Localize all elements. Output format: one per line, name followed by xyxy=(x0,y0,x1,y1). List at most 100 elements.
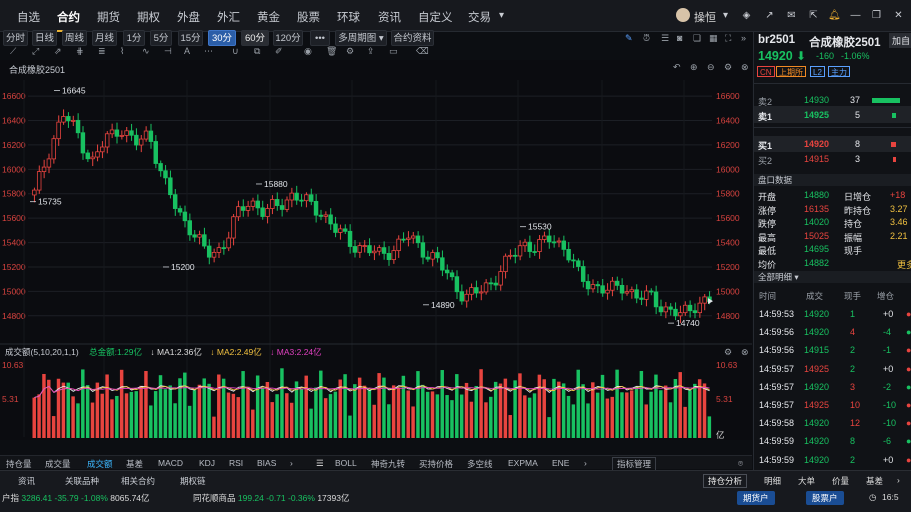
export-icon[interactable]: ⇱ xyxy=(808,10,819,21)
period-30min[interactable]: 30分 xyxy=(208,30,236,46)
nav-tab-options[interactable]: 期权 xyxy=(137,9,160,25)
indicator-manage-button[interactable]: 指标管理 xyxy=(612,457,657,471)
export-drawing-icon[interactable]: ⇪ xyxy=(367,46,375,57)
bid2-price[interactable]: 14915 xyxy=(804,154,829,164)
nav-tab-gold[interactable]: 黄金 xyxy=(257,9,280,25)
nav-tab-stocks[interactable]: 股票 xyxy=(297,9,320,25)
futures-account-button[interactable]: 期货户 xyxy=(737,491,775,505)
ind-tab-bias[interactable]: BIAS xyxy=(257,458,276,468)
ind-tab-expma[interactable]: EXPMA xyxy=(508,458,538,468)
ind-tab-open-interest[interactable]: 持仓量 xyxy=(6,458,32,470)
brush-tool-icon[interactable]: ⌇ xyxy=(120,46,124,57)
eraser-icon[interactable]: ⌫ xyxy=(416,46,429,57)
period-weekly[interactable]: 周线 xyxy=(62,30,87,46)
restore-icon[interactable]: ❐ xyxy=(871,10,882,21)
link-related-contracts[interactable]: 相关合约 xyxy=(121,475,155,487)
ind-tab-macd[interactable]: MACD xyxy=(158,458,183,468)
contract-info-button[interactable]: 合约资料 xyxy=(391,30,434,46)
nav-tab-custom[interactable]: 自定义 xyxy=(418,9,453,25)
ind-tabs-right-next-icon[interactable]: › xyxy=(584,458,587,468)
nav-tab-news[interactable]: 资讯 xyxy=(378,9,401,25)
more-tools-icon[interactable]: ⋯ xyxy=(204,46,213,57)
trash-icon[interactable]: 🗑︎ xyxy=(326,46,337,57)
group-icon[interactable]: ⧉ xyxy=(254,46,260,57)
layers-icon[interactable]: ◈ xyxy=(741,10,752,21)
fib-tool-icon[interactable]: ≣ xyxy=(98,46,106,57)
measure-tool-icon[interactable]: ⊣ xyxy=(164,46,172,57)
nav-tab-forex[interactable]: 外汇 xyxy=(217,9,240,25)
ask2-price[interactable]: 14930 xyxy=(804,95,829,105)
layout-icon[interactable]: ▦ xyxy=(709,33,718,44)
grid-tool-icon[interactable]: ⋕ xyxy=(76,46,84,57)
bell-icon[interactable]: 🔔︎ xyxy=(828,10,841,21)
message-icon[interactable]: ✉ xyxy=(786,10,797,21)
period-60min[interactable]: 60分 xyxy=(241,30,269,46)
more-periods-button[interactable]: ••• xyxy=(310,30,330,46)
period-120min[interactable]: 120分 xyxy=(273,30,303,46)
tab-more-right-icon[interactable]: › xyxy=(897,475,900,485)
channel-tool-icon[interactable]: ⇗ xyxy=(54,46,62,57)
period-daily[interactable]: 日线 xyxy=(32,30,57,46)
candlestick-chart[interactable]: 16600 16600 16400 16400 16200 16200 16000 16000… xyxy=(0,60,752,440)
line-tool-icon[interactable]: ⟋ xyxy=(10,46,16,57)
ask1-price[interactable]: 14925 xyxy=(804,110,829,120)
holding-analysis-button[interactable]: 持仓分析 xyxy=(703,474,748,488)
period-monthly[interactable]: 月线 xyxy=(92,30,117,46)
ind-tab-rsi[interactable]: RSI xyxy=(229,458,243,468)
link-related-products[interactable]: 关联品种 xyxy=(65,475,99,487)
ind-tab-amount[interactable]: 成交额 xyxy=(87,458,113,470)
note-icon[interactable]: ☰ xyxy=(661,33,669,44)
tab-price-volume[interactable]: 价量 xyxy=(832,475,849,487)
ind-tab-bull-bear[interactable]: 多空线 xyxy=(467,458,493,470)
ind-tab-basis[interactable]: 基差 xyxy=(126,458,143,470)
dropdown-icon[interactable]: ▾ xyxy=(720,10,731,21)
ind-tab-magic9[interactable]: 神奇九转 xyxy=(371,458,405,470)
tab-big-orders[interactable]: 大单 xyxy=(798,475,815,487)
ind-tab-buy-hold[interactable]: 买持价格 xyxy=(419,458,453,470)
nav-tab-trade[interactable]: 交易 xyxy=(468,9,491,25)
tab-basis-right[interactable]: 基差 xyxy=(866,475,883,487)
ind-tab-volume[interactable]: 成交量 xyxy=(45,458,71,470)
nav-tab-watchlist[interactable]: 自选 xyxy=(17,9,40,25)
bid1-price[interactable]: 14920 xyxy=(804,139,829,149)
pen-icon[interactable]: ✎ xyxy=(625,33,633,44)
alarm-icon[interactable]: ⏰︎ xyxy=(643,33,650,44)
minimize-icon[interactable]: — xyxy=(850,10,861,21)
magnet-icon[interactable]: ∪ xyxy=(232,46,239,57)
wave-tool-icon[interactable]: ∿ xyxy=(142,46,150,57)
camera-icon[interactable]: ◙ xyxy=(677,33,682,43)
username[interactable]: 操恒 xyxy=(694,9,716,25)
ind-tab-ene[interactable]: ENE xyxy=(552,458,569,468)
comment-icon[interactable]: ▭ xyxy=(389,46,398,57)
ind-tab-kdj[interactable]: KDJ xyxy=(199,458,215,468)
tick-detail-header[interactable]: 全部明细 ▾ xyxy=(754,271,911,283)
fullscreen-icon[interactable]: ⛶ xyxy=(725,33,731,44)
index-ticker-2[interactable]: 同花顺商品 199.24 -0.71 -0.36% 17393亿 xyxy=(193,492,349,504)
main-indicator-icon[interactable]: ☰ xyxy=(316,458,324,469)
avatar[interactable] xyxy=(676,8,690,22)
stock-account-button[interactable]: 股票户 xyxy=(806,491,844,505)
volume-close-icon[interactable]: ⊗ xyxy=(741,347,749,358)
index-ticker-1[interactable]: 户指 3286.41 -35.79 -1.08% 8065.74亿 xyxy=(2,492,150,504)
text-tool-icon[interactable]: A xyxy=(184,46,190,56)
location-icon[interactable]: ⌾ xyxy=(738,458,743,469)
link-news[interactable]: 资讯 xyxy=(18,475,35,487)
nav-tab-futures[interactable]: 期货 xyxy=(97,9,120,25)
settings-icon[interactable]: ⚙ xyxy=(346,46,354,57)
collapse-panel-icon[interactable]: » xyxy=(741,33,746,43)
nav-tab-overseas[interactable]: 外盘 xyxy=(177,9,200,25)
period-timeshare[interactable]: 分时 xyxy=(3,30,28,46)
volume-settings-icon[interactable]: ⚙ xyxy=(724,347,732,358)
period-1min[interactable]: 1分 xyxy=(123,30,145,46)
multi-period-dropdown[interactable]: 多周期图 ▾ xyxy=(335,30,387,46)
stat-value-2[interactable]: 更多 xyxy=(897,258,911,271)
copy-icon[interactable]: ❏ xyxy=(693,33,701,44)
trade-dropdown-icon[interactable]: ▾ xyxy=(496,10,507,21)
period-15min[interactable]: 15分 xyxy=(178,30,203,46)
add-watchlist-button[interactable]: 加自 xyxy=(889,33,911,48)
ind-tabs-next-icon[interactable]: › xyxy=(290,458,293,468)
link-option-chain[interactable]: 期权链 xyxy=(180,475,206,487)
eye-icon[interactable]: ◉ xyxy=(304,46,312,57)
nav-tab-global[interactable]: 环球 xyxy=(337,9,360,25)
nav-tab-contract[interactable]: 合约 xyxy=(57,9,80,32)
